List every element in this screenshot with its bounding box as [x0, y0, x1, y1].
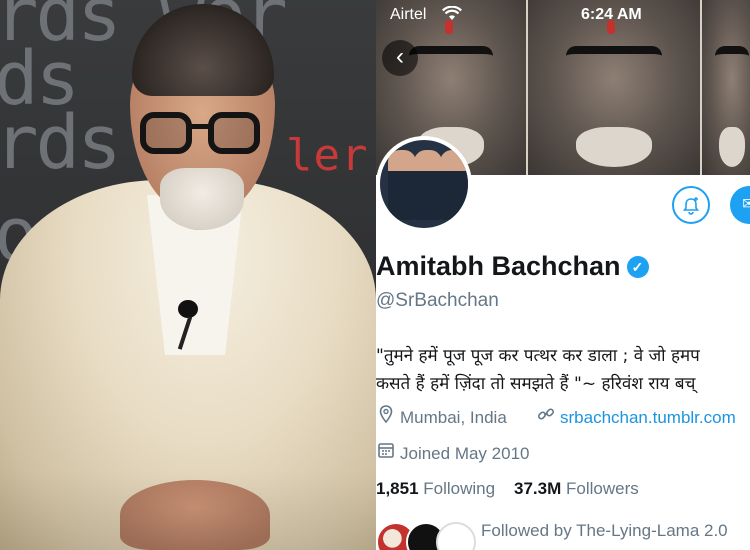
- following-label: Following: [423, 479, 496, 498]
- twitter-profile-screen: Airtel 6:24 AM ‹ ✉ Amitabh Bachchan ✓ @Sr…: [376, 0, 750, 550]
- profile-name-text: Amitabh Bachchan: [376, 251, 621, 281]
- link-icon: [536, 405, 556, 428]
- followers-label: Followers: [565, 479, 639, 498]
- background-red-word: ler: [286, 130, 369, 181]
- wifi-icon: [442, 5, 462, 24]
- notify-button[interactable]: [672, 186, 710, 224]
- following-count: 1,851: [376, 479, 419, 498]
- bio-line: कसते हैं हमें ज़िंदा तो समझते हैं "~ हरि…: [376, 374, 696, 394]
- bell-plus-icon: [682, 197, 700, 215]
- profile-name: Amitabh Bachchan ✓: [376, 251, 649, 282]
- bio-line: "तुमने हमें पूज पूज कर पत्थर कर डाला ; व…: [376, 346, 700, 366]
- followers-stat[interactable]: 37.3M Followers: [514, 479, 639, 498]
- followers-count: 37.3M: [514, 479, 562, 498]
- profile-location: Mumbai, India: [376, 405, 507, 428]
- chevron-left-icon: ‹: [396, 43, 404, 70]
- location-text: Mumbai, India: [400, 408, 507, 427]
- follow-counts: 1,851 Following 37.3M Followers: [376, 479, 639, 499]
- background-word: rds: [0, 100, 122, 186]
- envelope-icon: ✉: [742, 196, 750, 213]
- status-bar: Airtel 6:24 AM: [376, 0, 750, 28]
- status-time: 6:24 AM: [581, 6, 642, 23]
- beard: [160, 168, 244, 230]
- avatar[interactable]: [376, 136, 472, 232]
- location-pin-icon: [376, 405, 396, 428]
- verified-badge-icon: ✓: [626, 256, 649, 278]
- carrier-label: Airtel: [390, 6, 427, 23]
- profile-bio: "तुमने हमें पूज पूज कर पत्थर कर डाला ; व…: [376, 342, 750, 398]
- profile-website[interactable]: srbachchan.tumblr.com: [536, 405, 736, 428]
- following-stat[interactable]: 1,851 Following: [376, 479, 495, 498]
- eyeglasses: [140, 112, 264, 158]
- profile-joined: Joined May 2010: [376, 441, 529, 464]
- message-button[interactable]: ✉: [730, 186, 750, 224]
- joined-text: Joined May 2010: [400, 444, 530, 463]
- profile-handle: @SrBachchan: [376, 290, 499, 311]
- follower-avatar[interactable]: [436, 522, 476, 550]
- portrait-photo: rds wor ds rds onv ler: [0, 0, 376, 550]
- back-button[interactable]: ‹: [382, 40, 418, 76]
- followed-by-text[interactable]: Followed by The-Lying-Lama 2.0: [481, 521, 728, 541]
- calendar-icon: [376, 441, 396, 464]
- website-link[interactable]: srbachchan.tumblr.com: [560, 408, 736, 427]
